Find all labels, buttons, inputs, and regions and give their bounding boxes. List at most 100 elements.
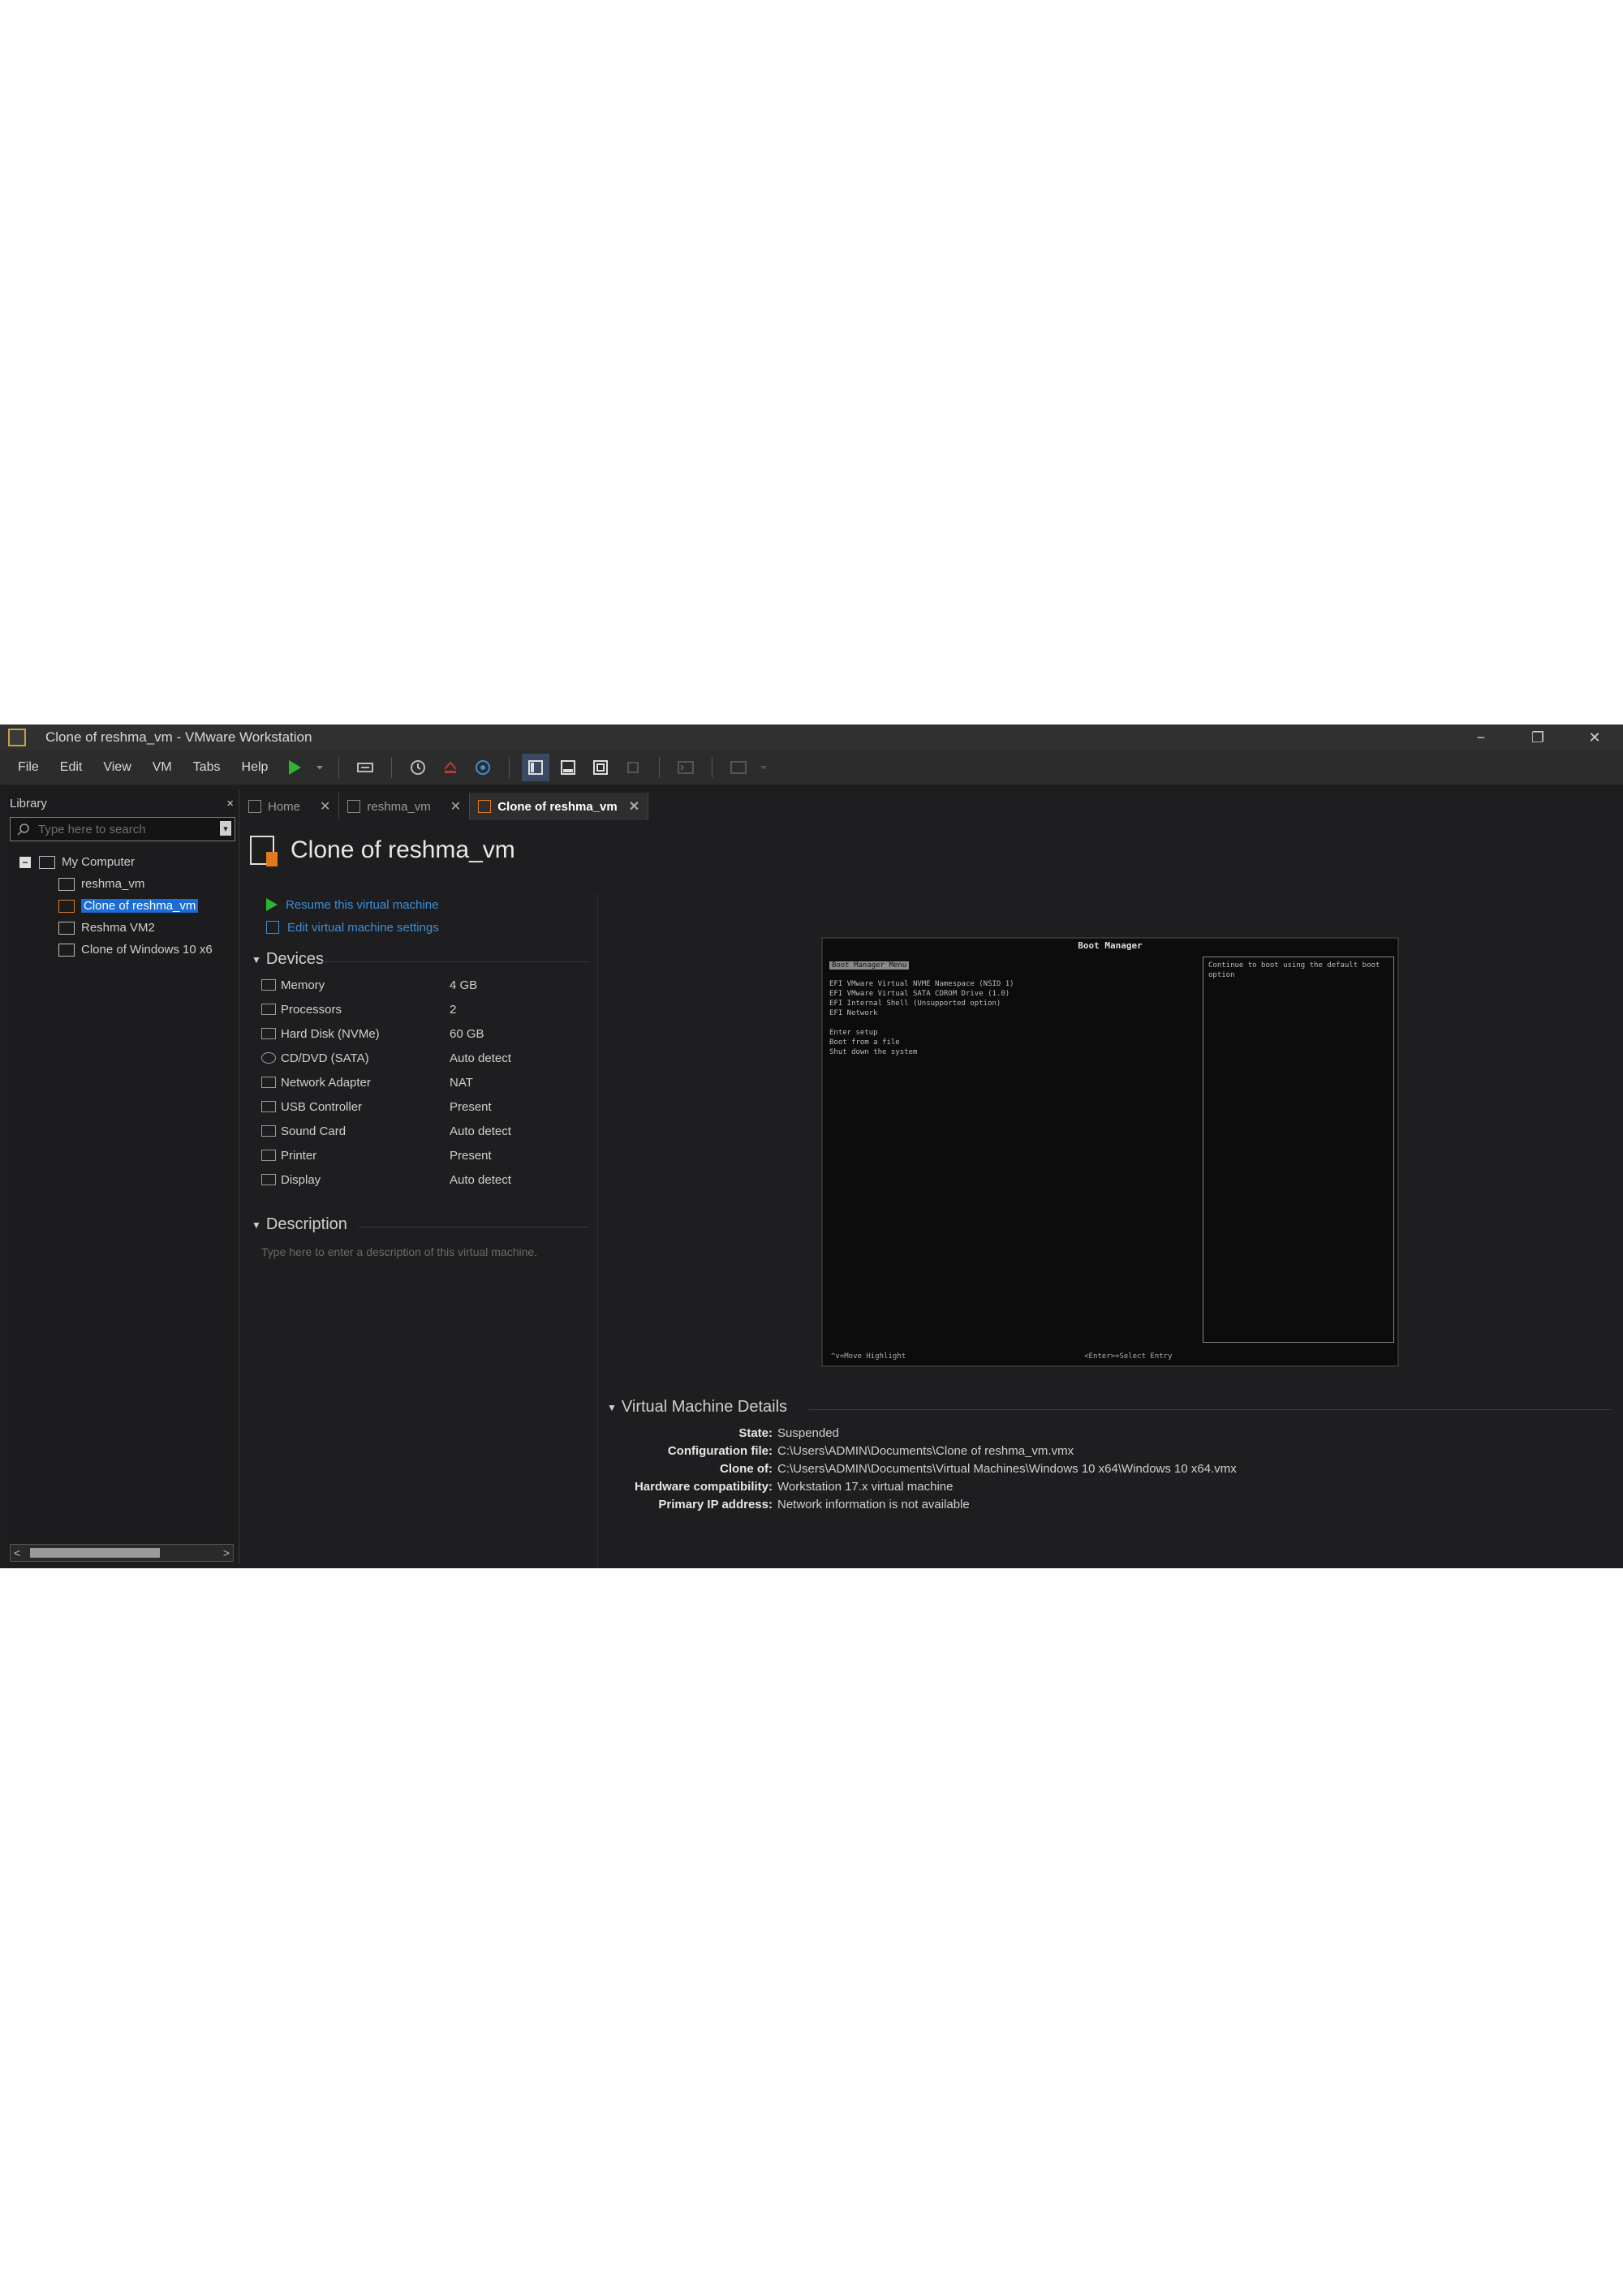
scroll-right-icon[interactable]: > [223, 1546, 230, 1559]
tab-close-icon[interactable]: ✕ [320, 798, 330, 815]
vm-title: Clone of reshma_vm [250, 830, 515, 871]
collapse-icon[interactable]: − [19, 856, 31, 868]
detail-state: State: Suspended [610, 1424, 839, 1442]
power-on-button[interactable] [281, 754, 308, 781]
device-cd-dvd[interactable]: CD/DVD (SATA) Auto detect [261, 1047, 553, 1068]
search-dropdown-icon[interactable]: ▾ [220, 821, 231, 836]
boot-option: EFI Network [829, 1009, 878, 1017]
library-search-input[interactable]: Type here to search ▾ [10, 817, 235, 841]
detail-key: State: [738, 1425, 773, 1440]
tab-close-icon[interactable]: ✕ [450, 798, 461, 815]
device-name: Printer [281, 1148, 317, 1163]
detail-value: Network information is not available [777, 1497, 970, 1511]
toolbar-separator [391, 757, 393, 778]
boot-option: EFI VMware Virtual NVME Namespace (NSID … [829, 980, 1014, 988]
display-icon [261, 1174, 276, 1185]
snapshot-button[interactable] [404, 754, 432, 781]
menu-toolbar: File Edit View VM Tabs Help [0, 750, 1623, 785]
tab-clone-of-reshma-vm[interactable]: Clone of reshma_vm ✕ [470, 793, 649, 820]
menu-view[interactable]: View [93, 760, 141, 775]
boot-option: Enter setup [829, 1029, 878, 1037]
tab-label: Home [268, 799, 301, 814]
tree-item-reshma-vm2[interactable]: Reshma VM2 [6, 917, 239, 939]
device-usb-controller[interactable]: USB Controller Present [261, 1096, 553, 1117]
show-library-button[interactable] [522, 754, 550, 781]
vm-details-section-header[interactable]: ▼ Virtual Machine Details [607, 1398, 787, 1417]
menu-file[interactable]: File [0, 760, 50, 775]
revert-snapshot-button[interactable] [437, 754, 464, 781]
menu-vm[interactable]: VM [142, 760, 183, 775]
close-button[interactable]: ✕ [1566, 724, 1623, 750]
power-dropdown-button[interactable] [313, 754, 326, 781]
edit-vm-settings-link[interactable]: Edit virtual machine settings [266, 916, 439, 939]
device-value: 4 GB [450, 978, 478, 992]
device-memory[interactable]: Memory 4 GB [261, 974, 553, 995]
menu-edit[interactable]: Edit [50, 760, 93, 775]
snapshot-manager-icon [476, 760, 491, 775]
device-processors[interactable]: Processors 2 [261, 999, 553, 1020]
description-section-header[interactable]: ▼ Description [252, 1215, 347, 1234]
tab-reshma-vm[interactable]: reshma_vm ✕ [339, 793, 471, 820]
revert-icon [444, 761, 458, 773]
device-hard-disk[interactable]: Hard Disk (NVMe) 60 GB [261, 1023, 553, 1044]
device-display[interactable]: Display Auto detect [261, 1169, 553, 1190]
tree-item-label: reshma_vm [81, 877, 145, 891]
detail-hardware-compatibility: Hardware compatibility: Workstation 17.x… [610, 1477, 954, 1495]
boot-menu-highlight: Boot Manager Menu [829, 961, 910, 970]
boot-option [829, 1018, 1199, 1028]
vm-details-heading: Virtual Machine Details [621, 1398, 788, 1416]
detail-clone-of: Clone of: C:\Users\ADMIN\Documents\Virtu… [610, 1460, 1237, 1477]
library-horizontal-scrollbar[interactable]: < > [10, 1544, 234, 1562]
menu-tabs[interactable]: Tabs [183, 760, 231, 775]
vm-console-preview[interactable]: Boot Manager Boot Manager Menu EFI VMwar… [821, 937, 1399, 1367]
boot-option: Shut down the system [829, 1048, 918, 1056]
toolbar-separator [509, 757, 510, 778]
minimize-button[interactable]: − [1453, 724, 1509, 750]
snapshot-manager-button[interactable] [469, 754, 497, 781]
scroll-left-icon[interactable]: < [14, 1546, 20, 1559]
send-ctrl-alt-del-button[interactable] [351, 754, 379, 781]
show-thumbnail-bar-button[interactable] [554, 754, 582, 781]
vm-icon [58, 877, 75, 891]
detail-value: C:\Users\ADMIN\Documents\Virtual Machine… [777, 1461, 1237, 1476]
stretch-guest-button[interactable] [725, 754, 752, 781]
device-value: Auto detect [450, 1124, 511, 1138]
stretch-dropdown-button[interactable] [757, 754, 770, 781]
restore-button[interactable]: ❐ [1509, 724, 1566, 750]
unity-button[interactable] [619, 754, 647, 781]
devices-section-header[interactable]: ▼ Devices [252, 950, 324, 969]
scroll-thumb[interactable] [30, 1548, 160, 1558]
tree-root-my-computer[interactable]: − My Computer [6, 851, 239, 873]
tree-item-label: Clone of Windows 10 x6 [81, 943, 213, 957]
thumbnail-bar-icon [561, 760, 576, 775]
library-title: Library [10, 796, 47, 810]
boot-help-panel: Continue to boot using the default boot … [1203, 957, 1394, 1343]
menu-help[interactable]: Help [231, 760, 279, 775]
suspended-vm-icon [250, 836, 278, 866]
device-network-adapter[interactable]: Network Adapter NAT [261, 1072, 553, 1093]
library-pane: Library × Type here to search ▾ − My Com… [6, 789, 239, 1563]
main-content: Home ✕ reshma_vm ✕ Clone of reshma_vm ✕ … [240, 789, 1620, 1567]
stretch-icon [730, 761, 747, 774]
tab-home[interactable]: Home ✕ [240, 793, 340, 820]
library-close-icon[interactable]: × [226, 797, 234, 810]
tab-close-icon[interactable]: ✕ [629, 798, 639, 815]
resume-vm-link[interactable]: Resume this virtual machine [266, 893, 439, 916]
boot-help-text: Continue to boot using the default boot … [1208, 961, 1380, 979]
tree-item-clone-of-reshma-vm[interactable]: Clone of reshma_vm [6, 895, 239, 917]
console-view-button[interactable] [672, 754, 700, 781]
pane-splitter[interactable] [597, 893, 598, 1567]
device-printer[interactable]: Printer Present [261, 1145, 553, 1166]
toolbar-separator [338, 757, 340, 778]
description-input[interactable]: Type here to enter a description of this… [261, 1244, 553, 1260]
device-name: Processors [281, 1002, 342, 1017]
tree-root-label: My Computer [62, 855, 136, 869]
library-tree: − My Computer reshma_vm Clone of reshma_… [6, 851, 239, 961]
library-search-placeholder: Type here to search [38, 822, 146, 836]
collapse-caret-icon: ▼ [252, 953, 261, 965]
tree-item-clone-of-windows[interactable]: Clone of Windows 10 x6 [6, 939, 239, 961]
tree-item-reshma-vm[interactable]: reshma_vm [6, 873, 239, 895]
device-sound-card[interactable]: Sound Card Auto detect [261, 1120, 553, 1142]
full-screen-button[interactable] [587, 754, 614, 781]
boot-footer-right: <Enter>=Select Entry [1084, 1352, 1173, 1361]
